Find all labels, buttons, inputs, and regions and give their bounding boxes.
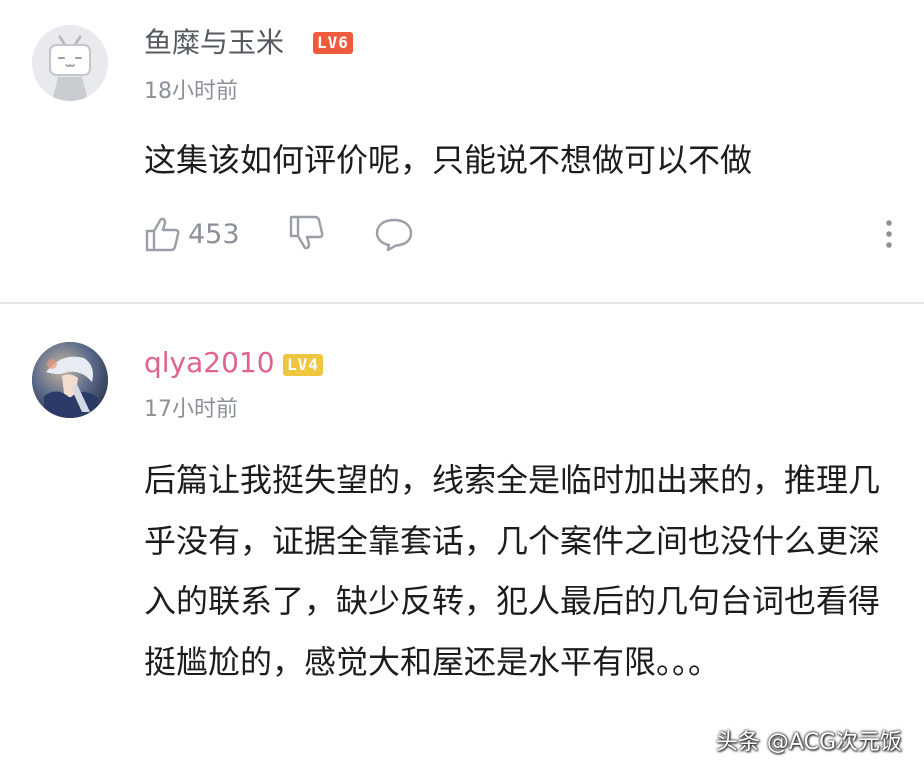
username[interactable]: qlya2010 <box>144 346 275 380</box>
timestamp: 17小时前 <box>144 397 238 422</box>
reply-button[interactable] <box>374 216 414 252</box>
bilibili-tv-avatar-icon <box>32 25 108 101</box>
like-count: 453 <box>188 218 240 250</box>
username[interactable]: 鱼糜与玉米 <box>144 26 284 60</box>
comment-list: 鱼糜与玉米 LV6 18小时前 这集该如何评价呢，只能说不想做可以不做 453 <box>0 0 924 776</box>
like-button[interactable]: 453 <box>144 214 240 254</box>
reply-icon <box>375 218 413 252</box>
dislike-icon <box>289 215 324 250</box>
level-badge: LV4 <box>283 354 323 376</box>
comment-item: 鱼糜与玉米 LV6 18小时前 这集该如何评价呢，只能说不想做可以不做 453 <box>0 0 924 302</box>
more-icon <box>886 220 892 248</box>
watermark: 头条 @ACG次元饭 <box>715 730 902 755</box>
timestamp: 18小时前 <box>144 79 238 104</box>
dislike-button[interactable] <box>288 214 328 254</box>
avatar[interactable] <box>32 25 108 101</box>
comment-text: 这集该如何评价呢，只能说不想做可以不做 <box>144 141 753 179</box>
comment-text: 后篇让我挺失望的，线索全是临时加出来的，推理几乎没有，证据全靠套话，几个案件之间… <box>144 461 881 681</box>
level-badge: LV6 <box>313 32 353 54</box>
anime-character-avatar <box>32 342 108 418</box>
comment-item: qlya2010 LV4 17小时前 后篇让我挺失望的，线索全是临时加出来的，推… <box>0 304 924 776</box>
more-options-button[interactable] <box>874 214 904 254</box>
comment-actions: 453 <box>144 210 904 258</box>
like-icon <box>145 217 180 252</box>
avatar[interactable] <box>32 342 108 418</box>
